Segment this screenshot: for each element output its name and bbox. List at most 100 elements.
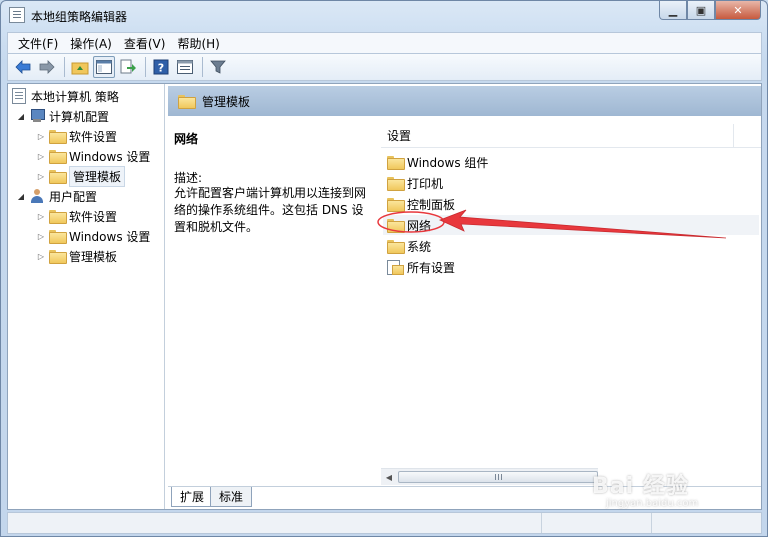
horizontal-scrollbar[interactable]: ◀ (381, 468, 598, 485)
help-button[interactable]: ? (150, 56, 172, 78)
tree-item-label: 软件设置 (69, 209, 118, 224)
window-controls: ▁ ▣ ✕ (659, 1, 761, 21)
tree-item-local-policy[interactable]: 本地计算机 策略 (12, 86, 119, 106)
show-hide-tree-button[interactable] (93, 56, 115, 78)
collapsed-arrow-icon[interactable]: ▷ (36, 132, 46, 141)
column-header-settings[interactable]: 设置 (381, 124, 733, 148)
tree-item-label: 计算机配置 (49, 109, 110, 124)
gpedit-window: 本地组策略编辑器 ▁ ▣ ✕ 文件(F) 操作(A) 查看(V) 帮助(H) ?… (0, 0, 768, 537)
policy-document-icon (12, 88, 26, 104)
menu-file[interactable]: 文件(F) (12, 35, 64, 52)
description-title: 网络 (174, 132, 199, 146)
list-item-system[interactable]: 系统 (383, 236, 759, 256)
toolbar-separator (145, 57, 146, 77)
folder-icon (178, 95, 196, 109)
tree-item-user-admin-templates[interactable]: ▷ 管理模板 (36, 246, 117, 266)
show-hide-tree-icon (96, 60, 112, 74)
forward-button[interactable] (36, 56, 58, 78)
collapsed-arrow-icon[interactable]: ▷ (36, 172, 46, 181)
toolbar: ? (7, 53, 762, 81)
expanded-arrow-icon[interactable]: ◢ (16, 192, 26, 201)
tab-standard[interactable]: 标准 (210, 487, 253, 507)
description-panel: 网络 描述: 允许配置客户端计算机用以连接到网络的操作系统组件。这包括 DNS … (168, 116, 381, 486)
list-item-network[interactable]: 网络 (383, 215, 759, 235)
up-folder-icon (71, 62, 89, 75)
tab-extended[interactable]: 扩展 (171, 487, 214, 507)
list-item-control-panel[interactable]: 控制面板 (383, 194, 759, 214)
scrollbar-thumb[interactable] (398, 471, 598, 483)
back-arrow-icon (15, 60, 31, 74)
app-icon (9, 7, 25, 23)
tree-item-user-windows[interactable]: ▷ Windows 设置 (36, 226, 150, 246)
tree-item-label: Windows 设置 (69, 229, 151, 244)
main-content: 本地计算机 策略 ◢ 计算机配置 ▷ 软件设置 ▷ Windows 设置 ▷ 管… (7, 83, 762, 510)
scroll-left-icon[interactable]: ◀ (381, 469, 397, 485)
tab-label: 标准 (219, 490, 244, 504)
navigation-tree: 本地计算机 策略 ◢ 计算机配置 ▷ 软件设置 ▷ Windows 设置 ▷ 管… (8, 84, 165, 509)
watermark: Bai 经验 jingyan.baidu.com (592, 468, 698, 509)
folder-icon (49, 250, 67, 264)
tree-item-computer-admin-templates[interactable]: ▷ 管理模板 (36, 165, 126, 187)
tree-item-user-config[interactable]: ◢ 用户配置 (16, 186, 97, 206)
details-header: 管理模板 (168, 86, 761, 116)
expanded-arrow-icon[interactable]: ◢ (16, 112, 26, 121)
minimize-button[interactable]: ▁ (659, 1, 687, 20)
list-item-label: 网络 (407, 218, 432, 233)
collapsed-arrow-icon[interactable]: ▷ (36, 212, 46, 221)
tree-item-label: 用户配置 (49, 189, 98, 204)
status-segment (651, 513, 761, 533)
tree-item-computer-windows[interactable]: ▷ Windows 设置 (36, 146, 150, 166)
tree-item-label: Windows 设置 (69, 149, 151, 164)
help-icon: ? (153, 59, 169, 75)
collapsed-arrow-icon[interactable]: ▷ (36, 232, 46, 241)
settings-list: 设置 Windows 组件 打印机 控制面板 网络 系统 所有设置 (381, 116, 761, 486)
folder-icon (49, 170, 67, 184)
user-icon (29, 189, 45, 203)
tree-item-label: 管理模板 (69, 249, 118, 264)
folder-icon (49, 150, 67, 164)
folder-icon (387, 240, 405, 254)
description-label: 描述: (174, 171, 203, 185)
title-bar[interactable]: 本地组策略编辑器 ▁ ▣ ✕ (1, 1, 767, 31)
properties-icon (177, 60, 193, 74)
folder-icon (387, 177, 405, 191)
column-header-filler (733, 124, 761, 148)
close-icon: ✕ (733, 3, 743, 17)
maximize-icon: ▣ (695, 3, 707, 17)
watermark-url: jingyan.baidu.com (606, 498, 699, 509)
folder-icon (49, 230, 67, 244)
tree-item-user-software[interactable]: ▷ 软件设置 (36, 206, 117, 226)
menu-help[interactable]: 帮助(H) (171, 35, 225, 52)
forward-arrow-icon (39, 60, 55, 74)
toolbar-separator (64, 57, 65, 77)
filter-button[interactable] (207, 56, 229, 78)
list-item-all-settings[interactable]: 所有设置 (383, 257, 759, 277)
details-pane: 管理模板 网络 描述: 允许配置客户端计算机用以连接到网络的操作系统组件。这包括… (168, 84, 761, 509)
menu-action[interactable]: 操作(A) (64, 35, 118, 52)
list-item-label: 打印机 (407, 176, 444, 191)
list-item-printers[interactable]: 打印机 (383, 173, 759, 193)
folder-icon (49, 130, 67, 144)
tree-item-computer-software[interactable]: ▷ 软件设置 (36, 126, 117, 146)
back-button[interactable] (12, 56, 34, 78)
status-segment (541, 513, 651, 533)
collapsed-arrow-icon[interactable]: ▷ (36, 252, 46, 261)
list-item-label: 控制面板 (407, 197, 456, 212)
list-item-windows-components[interactable]: Windows 组件 (383, 152, 759, 172)
minimize-icon: ▁ (668, 3, 678, 17)
folder-icon (387, 156, 405, 170)
up-level-button[interactable] (69, 56, 91, 78)
tree-item-label: 软件设置 (69, 129, 118, 144)
export-list-button[interactable] (117, 56, 139, 78)
properties-button[interactable] (174, 56, 196, 78)
maximize-button[interactable]: ▣ (687, 1, 715, 20)
tree-item-label: 本地计算机 策略 (31, 89, 119, 104)
tree-item-computer-config[interactable]: ◢ 计算机配置 (16, 106, 109, 126)
menu-bar: 文件(F) 操作(A) 查看(V) 帮助(H) (7, 32, 762, 53)
menu-view[interactable]: 查看(V) (118, 35, 172, 52)
computer-icon (29, 109, 45, 123)
all-settings-icon (387, 260, 404, 275)
tree-item-label: 管理模板 (69, 165, 126, 187)
close-button[interactable]: ✕ (715, 1, 761, 20)
collapsed-arrow-icon[interactable]: ▷ (36, 152, 46, 161)
